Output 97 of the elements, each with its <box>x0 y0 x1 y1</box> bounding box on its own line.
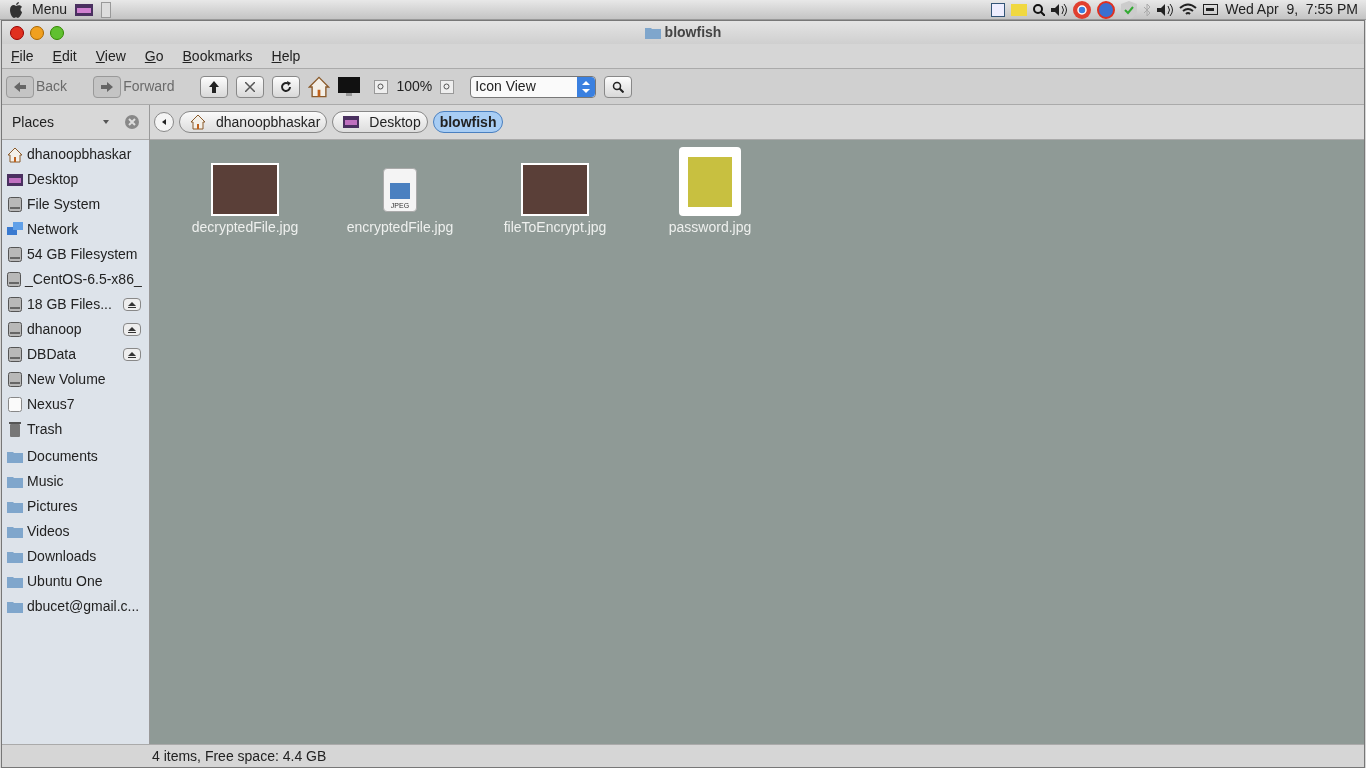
sidebar-item[interactable]: Documents <box>2 444 149 469</box>
maximize-button[interactable] <box>50 25 64 40</box>
folder-icon <box>7 500 23 513</box>
menu-item[interactable]: Help <box>271 45 301 67</box>
sidebar-item[interactable]: dhanoopbhaskar <box>2 142 149 167</box>
drive-icon <box>8 347 22 362</box>
monitor-icon[interactable] <box>338 76 361 97</box>
sidebar-item[interactable]: Videos <box>2 519 149 544</box>
sidebar-item[interactable]: 54 GB Filesystem <box>2 242 149 267</box>
path-scroll-left-button[interactable] <box>154 112 174 132</box>
eject-icon <box>128 326 136 333</box>
right-arrow-icon <box>101 81 114 92</box>
window-title: blowfish <box>664 23 722 42</box>
left-arrow-icon <box>14 81 26 92</box>
sidebar-item[interactable]: Network <box>2 217 149 242</box>
drive-icon <box>8 197 22 212</box>
eject-button[interactable] <box>123 323 141 336</box>
photo-placeholder <box>521 163 589 216</box>
picture-placeholder <box>679 147 741 216</box>
drive-icon <box>8 322 22 337</box>
menu-item[interactable]: View <box>95 45 126 67</box>
desktop-icon[interactable] <box>75 3 94 16</box>
desktop-icon <box>343 116 360 128</box>
sidebar-item[interactable]: dhanoop <box>2 317 149 342</box>
desktop-icon <box>7 173 23 186</box>
close-button[interactable] <box>10 25 24 40</box>
status-text: 4 items, Free space: 4.4 GB <box>152 746 327 766</box>
wifi-icon[interactable] <box>1179 3 1198 16</box>
left-triangle-icon <box>162 119 166 125</box>
folder-icon <box>644 26 661 39</box>
sidebar-item[interactable]: Ubuntu One <box>2 569 149 594</box>
folder-icon <box>7 475 23 488</box>
drive-icon <box>8 297 22 312</box>
zoom-level: 100% <box>396 77 433 96</box>
drive-icon <box>8 372 22 387</box>
folder-icon <box>7 450 23 463</box>
speaker-icon[interactable] <box>1157 3 1174 16</box>
network-icon <box>7 222 23 237</box>
sidebar-item[interactable]: Pictures <box>2 494 149 519</box>
drive-icon <box>8 247 22 262</box>
eject-button[interactable] <box>123 298 141 311</box>
stop-icon <box>245 81 256 92</box>
menu-label[interactable]: Menu <box>32 0 68 20</box>
zoom-out-button[interactable] <box>374 79 389 94</box>
up-down-arrows-icon <box>582 80 591 93</box>
sidebar-title[interactable]: Places <box>12 111 103 133</box>
sidebar-item[interactable]: Trash <box>2 417 149 442</box>
menu-item[interactable]: Go <box>144 45 164 67</box>
photo-placeholder <box>211 163 279 216</box>
sync-icon[interactable] <box>1097 0 1116 19</box>
sidebar-item[interactable]: Desktop <box>2 167 149 192</box>
eject-icon <box>128 301 136 308</box>
folder-icon <box>7 600 23 613</box>
sidebar-item[interactable]: File System <box>2 192 149 217</box>
sidebar-item[interactable]: Downloads <box>2 544 149 569</box>
search-button[interactable] <box>604 75 633 98</box>
path-button[interactable]: Desktop <box>332 111 428 133</box>
sidebar-item[interactable]: New Volume <box>2 367 149 392</box>
search-icon <box>612 80 625 93</box>
dropdown-caret-icon[interactable] <box>103 120 109 124</box>
clock[interactable]: Wed Apr 9, 7:55 PM <box>1225 0 1358 20</box>
sidebar-item[interactable]: 18 GB Files... <box>2 292 149 317</box>
sidebar-item[interactable]: Music <box>2 469 149 494</box>
folder-icon <box>7 550 23 563</box>
menu-item[interactable]: File <box>11 45 34 67</box>
house-icon <box>7 146 23 163</box>
folder-icon <box>7 575 23 588</box>
house-icon[interactable] <box>308 75 331 98</box>
menu-item[interactable]: Edit <box>52 45 77 67</box>
reload-button[interactable] <box>272 75 301 98</box>
up-arrow-icon <box>209 80 220 93</box>
device-icon <box>8 397 22 412</box>
apple-logo-icon[interactable] <box>8 1 24 18</box>
drive-icon <box>7 272 21 287</box>
path-button[interactable]: blowfish <box>432 111 504 133</box>
trash-icon <box>9 422 21 437</box>
sidebar-item[interactable]: Nexus7 <box>2 392 149 417</box>
search-icon[interactable] <box>1033 3 1046 16</box>
up-button[interactable] <box>200 75 229 98</box>
reload-icon <box>280 80 293 93</box>
stop-button[interactable] <box>236 75 265 98</box>
menu-item[interactable]: Bookmarks <box>182 45 253 67</box>
folder-icon <box>7 525 23 538</box>
battery-icon[interactable] <box>1203 4 1220 15</box>
globe-icon[interactable] <box>1073 0 1092 19</box>
speaker-icon[interactable] <box>1051 3 1068 16</box>
house-icon <box>190 114 206 130</box>
eject-button[interactable] <box>123 348 141 361</box>
sidebar-item[interactable]: DBData <box>2 342 149 367</box>
eject-icon <box>128 351 136 358</box>
minimize-button[interactable] <box>30 25 44 40</box>
close-icon[interactable] <box>125 115 139 129</box>
sidebar-item[interactable]: _CentOS-6.5-x86_ <box>2 267 149 292</box>
sidebar-item[interactable]: dbucet@gmail.c... <box>2 594 149 619</box>
view-select[interactable]: Icon View <box>470 75 597 98</box>
zoom-in-button[interactable] <box>440 79 455 94</box>
path-button[interactable]: dhanoopbhaskar <box>179 111 328 133</box>
